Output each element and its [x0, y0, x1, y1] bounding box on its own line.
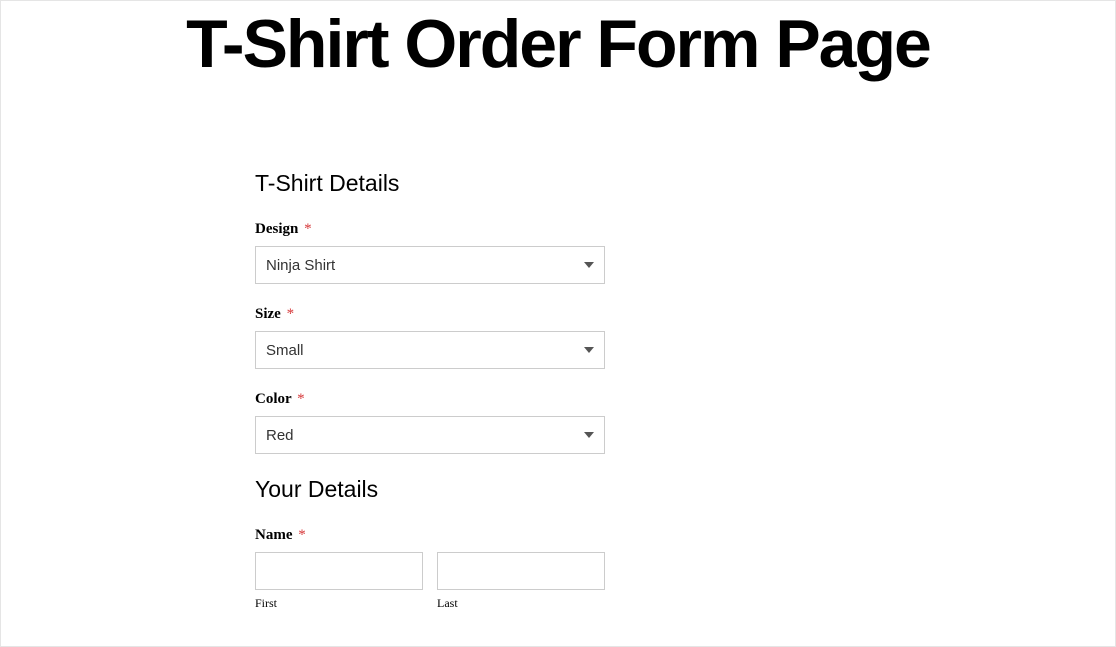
color-field: Color * Red [255, 391, 605, 454]
design-select[interactable]: Ninja Shirt [255, 246, 605, 284]
size-label-text: Size [255, 306, 281, 322]
required-mark: * [287, 306, 295, 322]
color-select[interactable]: Red [255, 416, 605, 454]
name-label: Name * [255, 527, 605, 544]
name-label-text: Name [255, 527, 293, 543]
required-mark: * [304, 221, 312, 237]
page-title: T-Shirt Order Form Page [1, 1, 1115, 80]
last-name-col: Last [437, 552, 605, 611]
required-mark: * [298, 527, 306, 543]
color-label-text: Color [255, 391, 291, 407]
your-details-heading: Your Details [255, 476, 605, 503]
design-label: Design * [255, 221, 605, 238]
last-name-input[interactable] [437, 552, 605, 590]
size-select[interactable]: Small [255, 331, 605, 369]
last-name-sublabel: Last [437, 596, 605, 611]
first-name-input[interactable] [255, 552, 423, 590]
name-field: Name * First Last [255, 527, 605, 611]
first-name-sublabel: First [255, 596, 423, 611]
first-name-col: First [255, 552, 423, 611]
order-form: T-Shirt Details Design * Ninja Shirt Siz… [255, 170, 605, 611]
design-label-text: Design [255, 221, 298, 237]
design-field: Design * Ninja Shirt [255, 221, 605, 284]
size-field: Size * Small [255, 306, 605, 369]
tshirt-details-heading: T-Shirt Details [255, 170, 605, 197]
required-mark: * [297, 391, 305, 407]
size-label: Size * [255, 306, 605, 323]
name-row: First Last [255, 552, 605, 611]
color-label: Color * [255, 391, 605, 408]
